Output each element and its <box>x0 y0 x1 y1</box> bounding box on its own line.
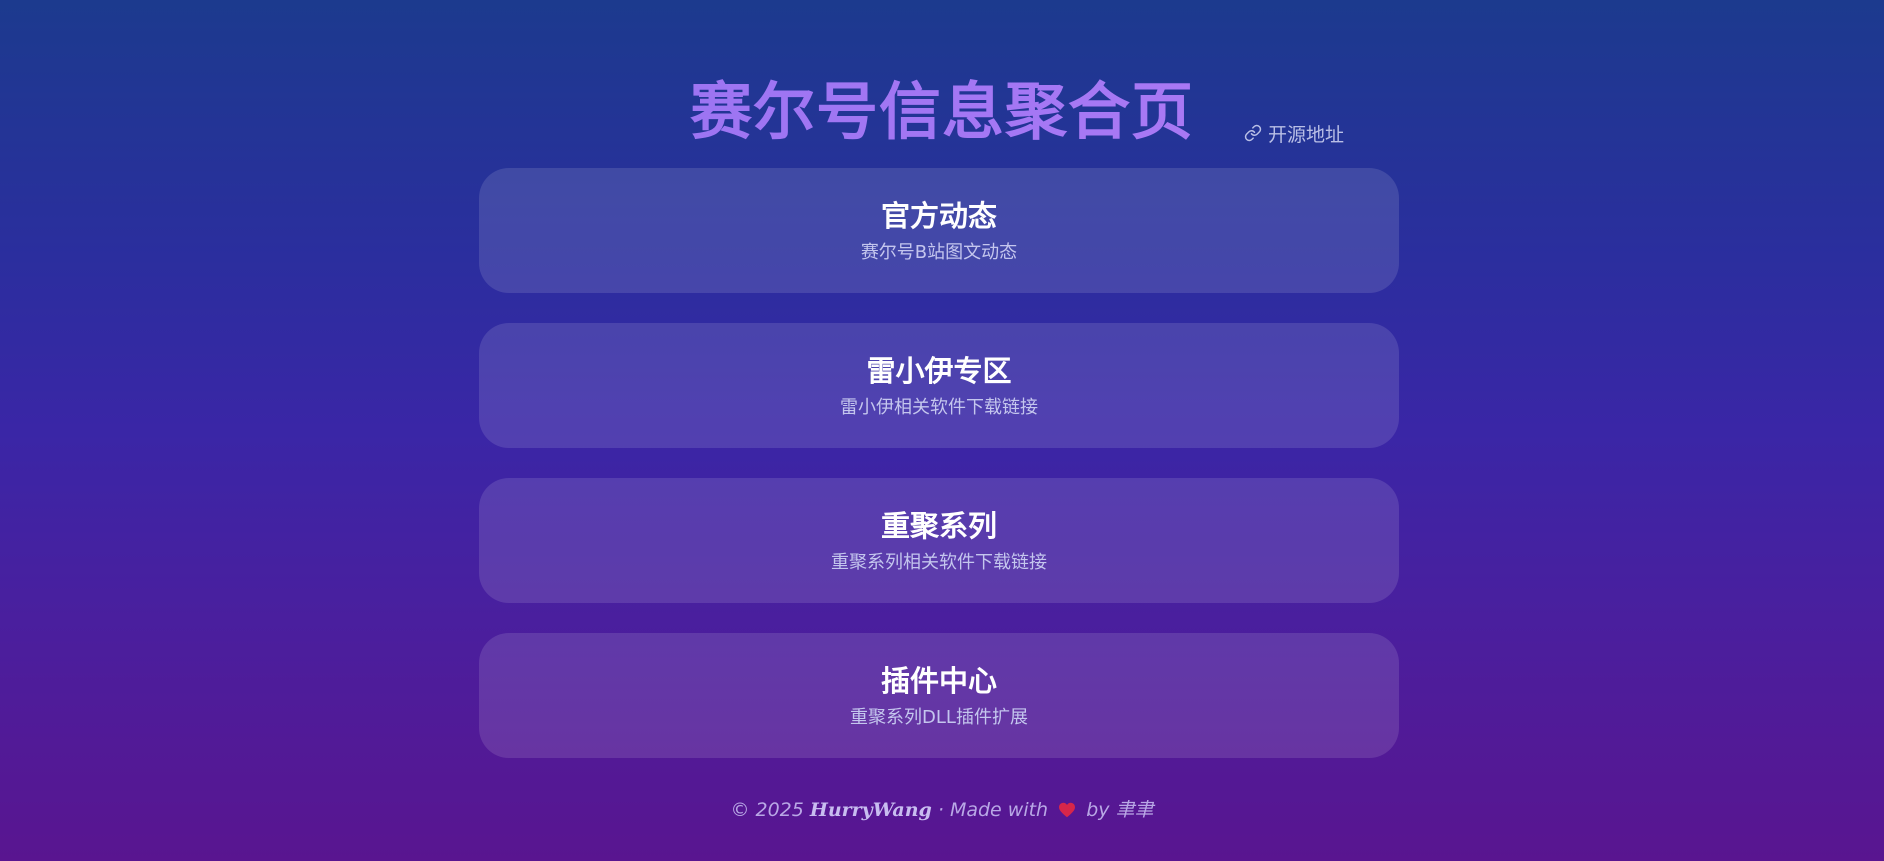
card-leixiaoyi-zone[interactable]: 雷小伊专区 雷小伊相关软件下载链接 <box>479 323 1399 448</box>
page-title: 赛尔号信息聚合页 <box>0 72 1884 152</box>
repo-link[interactable]: 开源地址 <box>1244 120 1344 146</box>
link-icon <box>1244 124 1262 142</box>
heart-icon <box>1058 796 1076 824</box>
card-plugin-center[interactable]: 插件中心 重聚系列DLL插件扩展 <box>479 633 1399 758</box>
footer-author: by 聿聿 <box>1086 799 1154 821</box>
card-title: 官方动态 <box>880 198 997 233</box>
card-reunion-series[interactable]: 重聚系列 重聚系列相关软件下载链接 <box>479 478 1399 603</box>
card-description: 雷小伊相关软件下载链接 <box>840 396 1038 418</box>
footer: © 2025 HurryWang · Made with by 聿聿 <box>0 796 1884 824</box>
card-description: 重聚系列DLL插件扩展 <box>850 706 1028 728</box>
card-description: 赛尔号B站图文动态 <box>860 241 1018 263</box>
footer-copyright: © 2025 <box>730 799 804 821</box>
footer-brand: HurryWang <box>809 799 932 821</box>
card-title: 重聚系列 <box>880 508 997 543</box>
footer-made-with: · Made with <box>937 799 1049 821</box>
card-title: 雷小伊专区 <box>866 353 1012 388</box>
repo-link-label: 开源地址 <box>1268 123 1345 146</box>
page: 赛尔号信息聚合页 开源地址 官方动态 赛尔号B站图文动态 雷小伊专区 雷小伊相关… <box>0 0 1884 861</box>
card-list: 官方动态 赛尔号B站图文动态 雷小伊专区 雷小伊相关软件下载链接 重聚系列 重聚… <box>479 168 1399 788</box>
card-title: 插件中心 <box>880 663 997 698</box>
card-official-news[interactable]: 官方动态 赛尔号B站图文动态 <box>479 168 1399 293</box>
card-description: 重聚系列相关软件下载链接 <box>831 551 1047 573</box>
